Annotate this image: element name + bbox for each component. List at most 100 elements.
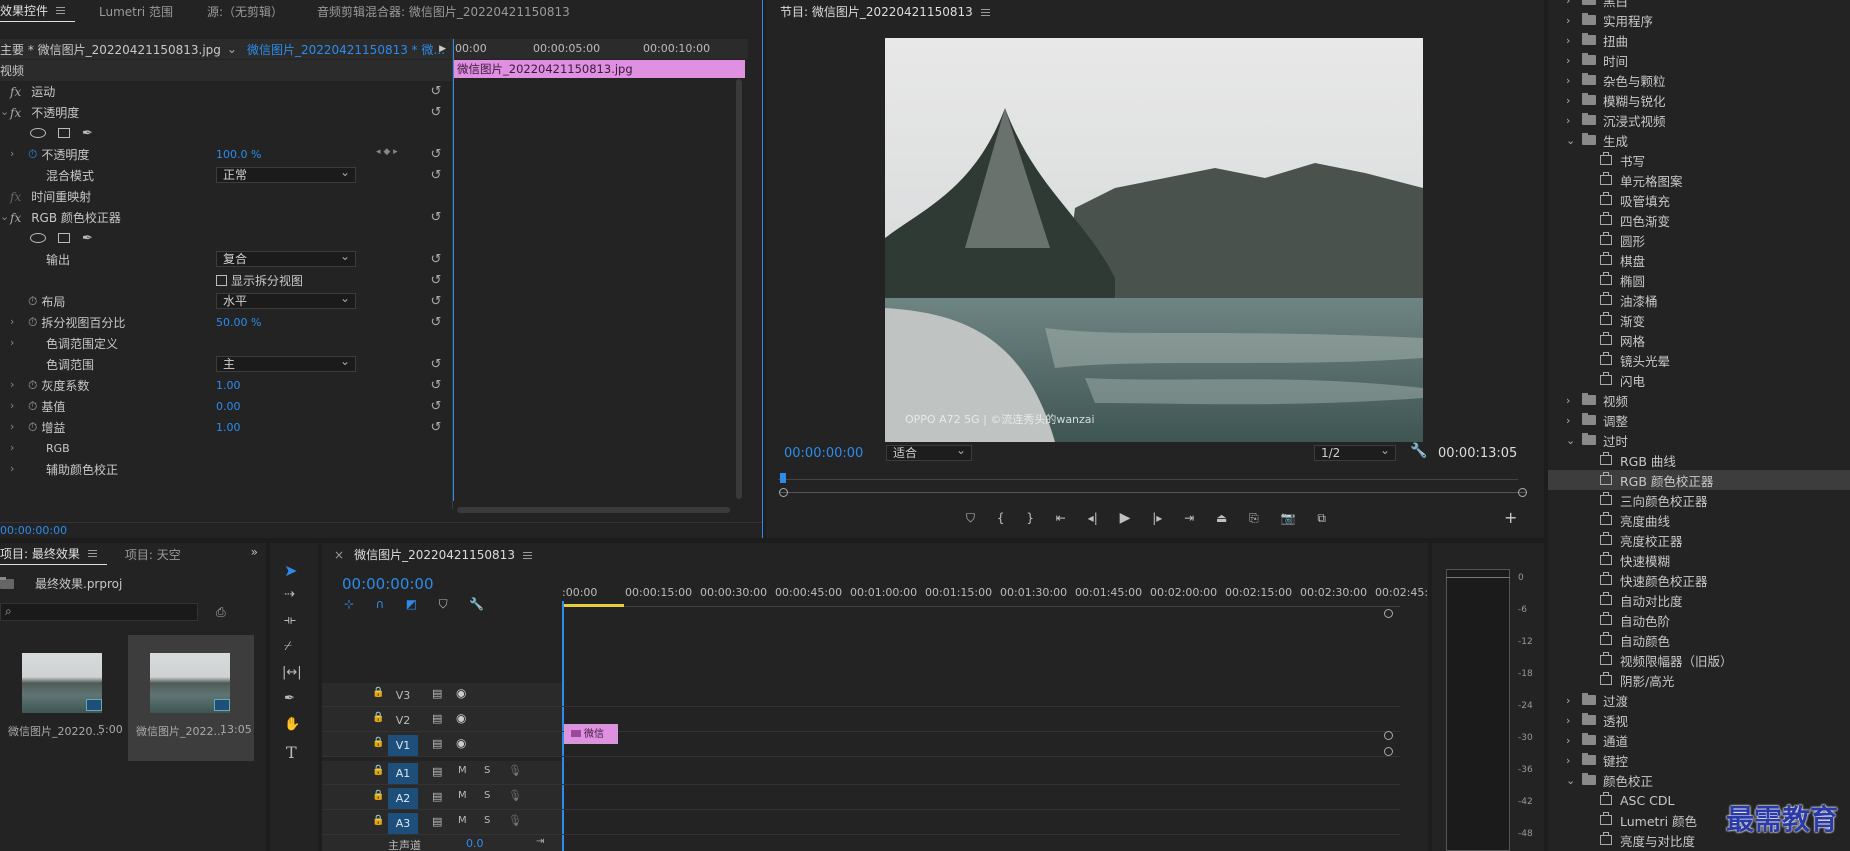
chevron-right-icon[interactable]: › [10, 462, 14, 475]
track-target-button[interactable]: A2 [388, 788, 418, 809]
chevron-right-icon[interactable]: › [10, 315, 14, 328]
stopwatch-icon[interactable]: ⏱ [28, 147, 37, 162]
effects-item[interactable]: › 实用程序 [1548, 10, 1850, 30]
effects-item[interactable]: › 透视 [1548, 710, 1850, 730]
panel-menu-icon[interactable] [87, 550, 97, 557]
track-target-button[interactable]: A3 [388, 813, 418, 834]
effects-item[interactable]: › 沉浸式视频 [1548, 110, 1850, 130]
play-clip-icon[interactable]: ▶ [439, 44, 446, 54]
wrench-icon[interactable]: 🔧 [1410, 443, 1427, 459]
panel-menu-icon[interactable] [56, 7, 66, 14]
go-to-in-icon[interactable]: ⇤ [1056, 511, 1066, 525]
add-marker-icon[interactable]: ⛉ [439, 597, 448, 612]
track-target-button[interactable]: A1 [388, 763, 418, 784]
chevron-down-icon[interactable]: ⌄ [0, 210, 9, 223]
effects-item[interactable]: 快速颜色校正器 [1548, 570, 1850, 590]
chevron-right-icon[interactable]: › [1566, 394, 1580, 407]
program-timecode[interactable]: 00:00:00:00 [784, 446, 863, 461]
chevron-right-icon[interactable]: › [10, 420, 14, 433]
chevron-down-icon[interactable]: ⌄ [227, 42, 237, 56]
panel-menu-icon[interactable] [980, 9, 990, 16]
effects-item[interactable]: 自动对比度 [1548, 590, 1850, 610]
snap-icon[interactable]: ∩ [376, 597, 385, 612]
reset-icon[interactable]: ↺ [430, 85, 442, 98]
effects-item[interactable]: RGB 曲线 [1548, 450, 1850, 470]
mark-out-icon[interactable]: } [1026, 511, 1034, 525]
sequence-clip-label[interactable]: 微信图片_20220421150813 * 微... [247, 41, 445, 58]
panel-divider[interactable] [762, 0, 763, 538]
effects-item[interactable]: ⌄ 过时 [1548, 430, 1850, 450]
effects-item[interactable]: › 杂色与颗粒 [1548, 70, 1850, 90]
pedestal-value[interactable]: 0.00 [216, 400, 241, 413]
effects-item[interactable]: › 时间 [1548, 50, 1850, 70]
effects-item[interactable]: 镜头光晕 [1548, 350, 1850, 370]
effects-item[interactable]: 四色渐变 [1548, 210, 1850, 230]
step-forward-icon[interactable]: |▸ [1152, 511, 1162, 525]
chevron-right-icon[interactable]: › [10, 378, 14, 391]
comparison-view-icon[interactable]: ⧉ [1317, 511, 1326, 526]
scroll-handle-left[interactable] [779, 488, 788, 497]
stopwatch-icon[interactable]: ⏱ [28, 378, 37, 393]
effects-item[interactable]: 圆形 [1548, 230, 1850, 250]
effects-item[interactable]: 网格 [1548, 330, 1850, 350]
effects-item[interactable]: 椭圆 [1548, 270, 1850, 290]
rgb-row[interactable]: › RGB [0, 438, 452, 459]
wrench-icon[interactable]: 🔧 [469, 597, 484, 612]
effects-item[interactable]: 油漆桶 [1548, 290, 1850, 310]
play-icon[interactable]: ▶ [1120, 510, 1131, 526]
reset-icon[interactable]: ↺ [430, 358, 442, 371]
sync-lock-icon[interactable]: ▤ [432, 737, 442, 750]
tab-project-final[interactable]: 项目: 最终效果 [0, 543, 107, 565]
effects-item[interactable]: 自动色阶 [1548, 610, 1850, 630]
tab-lumetri-scopes[interactable]: Lumetri 范围 [89, 0, 183, 22]
effects-item[interactable]: 三向颜色校正器 [1548, 490, 1850, 510]
pen-mask-icon[interactable]: ✒ [82, 126, 93, 141]
work-area-bar[interactable] [562, 604, 624, 607]
chevron-right-icon[interactable]: › [1566, 714, 1580, 727]
eye-icon[interactable]: ◉ [456, 711, 466, 725]
chevron-down-icon[interactable]: ⌄ [0, 105, 9, 118]
reset-icon[interactable]: ↺ [430, 295, 442, 308]
eye-icon[interactable]: ◉ [456, 736, 466, 750]
master-clip-label[interactable]: 主要 * 微信图片_20220421150813.jpg [0, 41, 221, 58]
effects-item[interactable]: › 扭曲 [1548, 30, 1850, 50]
tonal-range-def-row[interactable]: › 色调范围定义 [0, 333, 452, 354]
effects-item[interactable]: 视频限幅器（旧版） [1548, 650, 1850, 670]
chevron-right-icon[interactable]: › [1566, 754, 1580, 767]
stopwatch-icon[interactable]: ⏱ [28, 294, 37, 309]
mute-button[interactable]: M [458, 815, 467, 826]
effects-item[interactable]: 快速模糊 [1548, 550, 1850, 570]
rectangle-mask-icon[interactable] [58, 128, 70, 138]
effects-item[interactable]: 单元格图案 [1548, 170, 1850, 190]
program-title[interactable]: 节目: 微信图片_20220421150813 [780, 3, 990, 20]
secondary-row[interactable]: › 辅助颜色校正 [0, 459, 452, 480]
ripple-edit-tool-icon[interactable]: ⟛ [284, 613, 296, 628]
effects-item[interactable]: 亮度校正器 [1548, 530, 1850, 550]
opacity-value[interactable]: 100.0 % [216, 148, 261, 161]
overflow-chevrons-icon[interactable]: » [251, 545, 258, 559]
time-remap-row[interactable]: fx 时间重映射 [0, 186, 452, 207]
blend-mode-dropdown[interactable]: 正常 [216, 165, 356, 183]
chevron-right-icon[interactable]: › [1566, 734, 1580, 747]
tonal-range-dropdown[interactable]: 主 [216, 354, 356, 372]
keyframe-nav[interactable]: ◂ ◆ ▸ [376, 147, 398, 157]
reset-icon[interactable]: ↺ [430, 421, 442, 434]
timeline-tab[interactable]: × 微信图片_20220421150813 [334, 546, 532, 563]
mute-button[interactable]: M [458, 765, 467, 776]
reset-icon[interactable]: ↺ [430, 400, 442, 413]
tab-effect-controls[interactable]: 效果控件 [0, 0, 76, 22]
effects-item[interactable]: › 键控 [1548, 750, 1850, 770]
audio-track-header[interactable]: 🔒 A1 ▤ M S 🎙 [322, 761, 1400, 785]
master-track-value[interactable]: 0.0 [466, 837, 484, 850]
timeline-scroll-handle[interactable] [1384, 609, 1393, 618]
track-target-button[interactable]: V3 [388, 685, 418, 706]
sync-lock-icon[interactable]: ▤ [432, 687, 442, 700]
ec-ruler[interactable]: 00:00 00:00:05:00 00:00:10:00 [453, 39, 748, 59]
sync-lock-icon[interactable]: ▤ [432, 815, 442, 828]
reset-icon[interactable]: ↺ [430, 316, 442, 329]
sync-lock-icon[interactable]: ▤ [432, 790, 442, 803]
chevron-right-icon[interactable]: › [1566, 14, 1580, 27]
reset-icon[interactable]: ↺ [430, 253, 442, 266]
reset-icon[interactable]: ↺ [430, 274, 442, 287]
new-bin-icon[interactable]: ⎙ [216, 605, 226, 620]
